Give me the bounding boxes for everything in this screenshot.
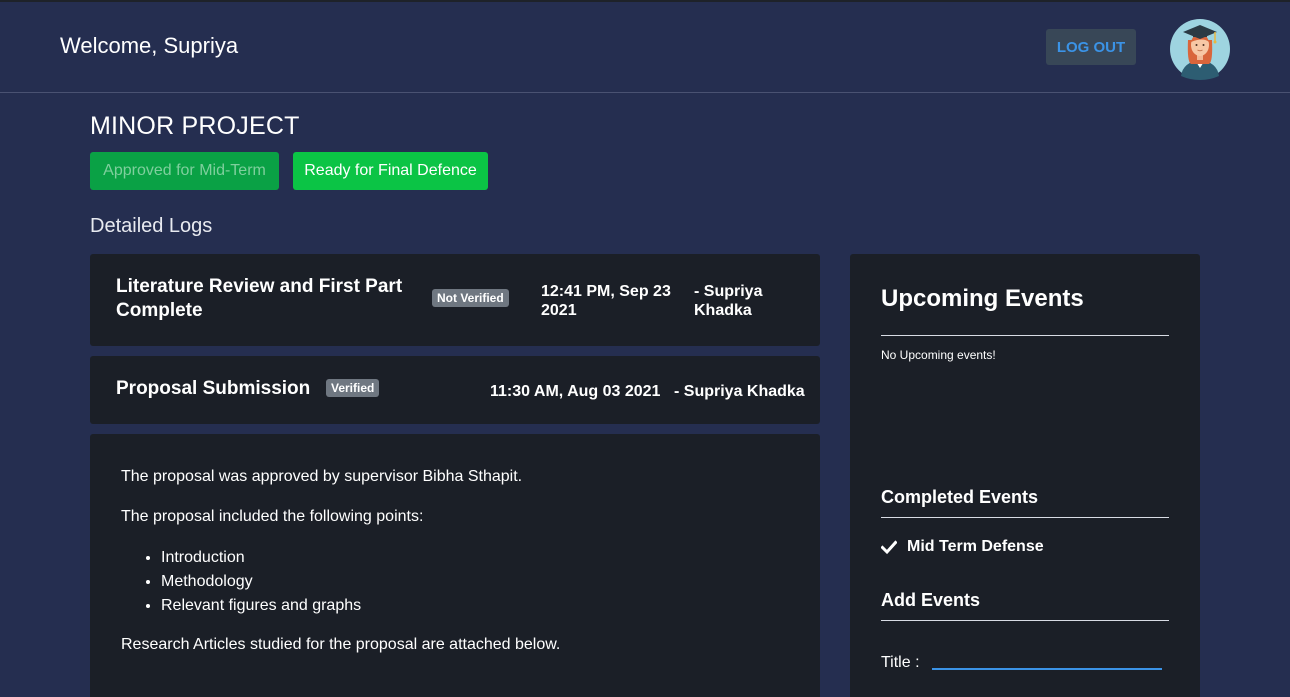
log-title: Literature Review and First Part Complet… — [116, 275, 402, 323]
log-time-line1: 12:41 PM, Sep 23 — [541, 283, 671, 300]
avatar-graduate-icon[interactable] — [1169, 18, 1231, 80]
divider — [881, 620, 1169, 621]
status-badge-verified: Verified — [326, 379, 380, 397]
log-title: Proposal Submission — [116, 378, 311, 399]
upcoming-events-title: Upcoming Events — [881, 285, 1084, 312]
list-item: Relevant figures and graphs — [161, 594, 361, 618]
list-item: Introduction — [161, 546, 361, 570]
log-time-line2: 2021 — [541, 302, 577, 319]
log-details-panel: The proposal was approved by supervisor … — [90, 434, 820, 697]
log-card-proposal-submission[interactable]: Proposal Submission Verified 11:30 AM, A… — [90, 356, 820, 424]
completed-event-item: Mid Term Defense — [881, 538, 1044, 556]
events-sidebar: Upcoming Events No Upcoming events! Comp… — [850, 254, 1200, 697]
detailed-logs-heading: Detailed Logs — [90, 215, 213, 237]
log-author: - Supriya Khadka — [674, 383, 805, 400]
welcome-text: Welcome, Supriya — [60, 33, 239, 58]
check-icon — [881, 540, 897, 555]
log-points-list: Introduction Methodology Relevant figure… — [161, 546, 361, 618]
log-detail-para3: Research Articles studied for the propos… — [121, 636, 561, 653]
list-item: Methodology — [161, 570, 361, 594]
log-author-line1: - Supriya — [694, 283, 763, 300]
ready-final-defence-button[interactable]: Ready for Final Defence — [293, 152, 488, 190]
project-title: MINOR PROJECT — [90, 112, 300, 140]
event-title-input[interactable] — [932, 648, 1162, 670]
approved-mid-term-button[interactable]: Approved for Mid-Term — [90, 152, 279, 190]
log-card-literature-review[interactable]: Literature Review and First Part Complet… — [90, 254, 820, 346]
no-upcoming-events-text: No Upcoming events! — [881, 348, 996, 362]
status-badge-not-verified: Not Verified — [432, 289, 509, 307]
divider — [881, 335, 1169, 336]
log-author: - Supriya Khadka — [694, 282, 762, 320]
log-timestamp: 11:30 AM, Aug 03 2021 — [490, 383, 661, 400]
divider — [881, 517, 1169, 518]
log-author-line2: Khadka — [694, 302, 752, 319]
log-detail-para1: The proposal was approved by supervisor … — [121, 468, 523, 485]
completed-event-label: Mid Term Defense — [907, 538, 1044, 555]
title-field-label: Title : — [881, 654, 920, 671]
top-bar: Welcome, Supriya LOG OUT — [0, 2, 1290, 93]
log-title-line2: Complete — [116, 300, 203, 321]
log-detail-para2: The proposal included the following poin… — [121, 508, 424, 525]
log-title-line1: Literature Review and First Part — [116, 276, 403, 297]
logout-button[interactable]: LOG OUT — [1046, 29, 1136, 65]
log-timestamp: 12:41 PM, Sep 23 2021 — [541, 282, 671, 320]
add-events-title: Add Events — [881, 590, 981, 610]
completed-events-title: Completed Events — [881, 487, 1039, 507]
